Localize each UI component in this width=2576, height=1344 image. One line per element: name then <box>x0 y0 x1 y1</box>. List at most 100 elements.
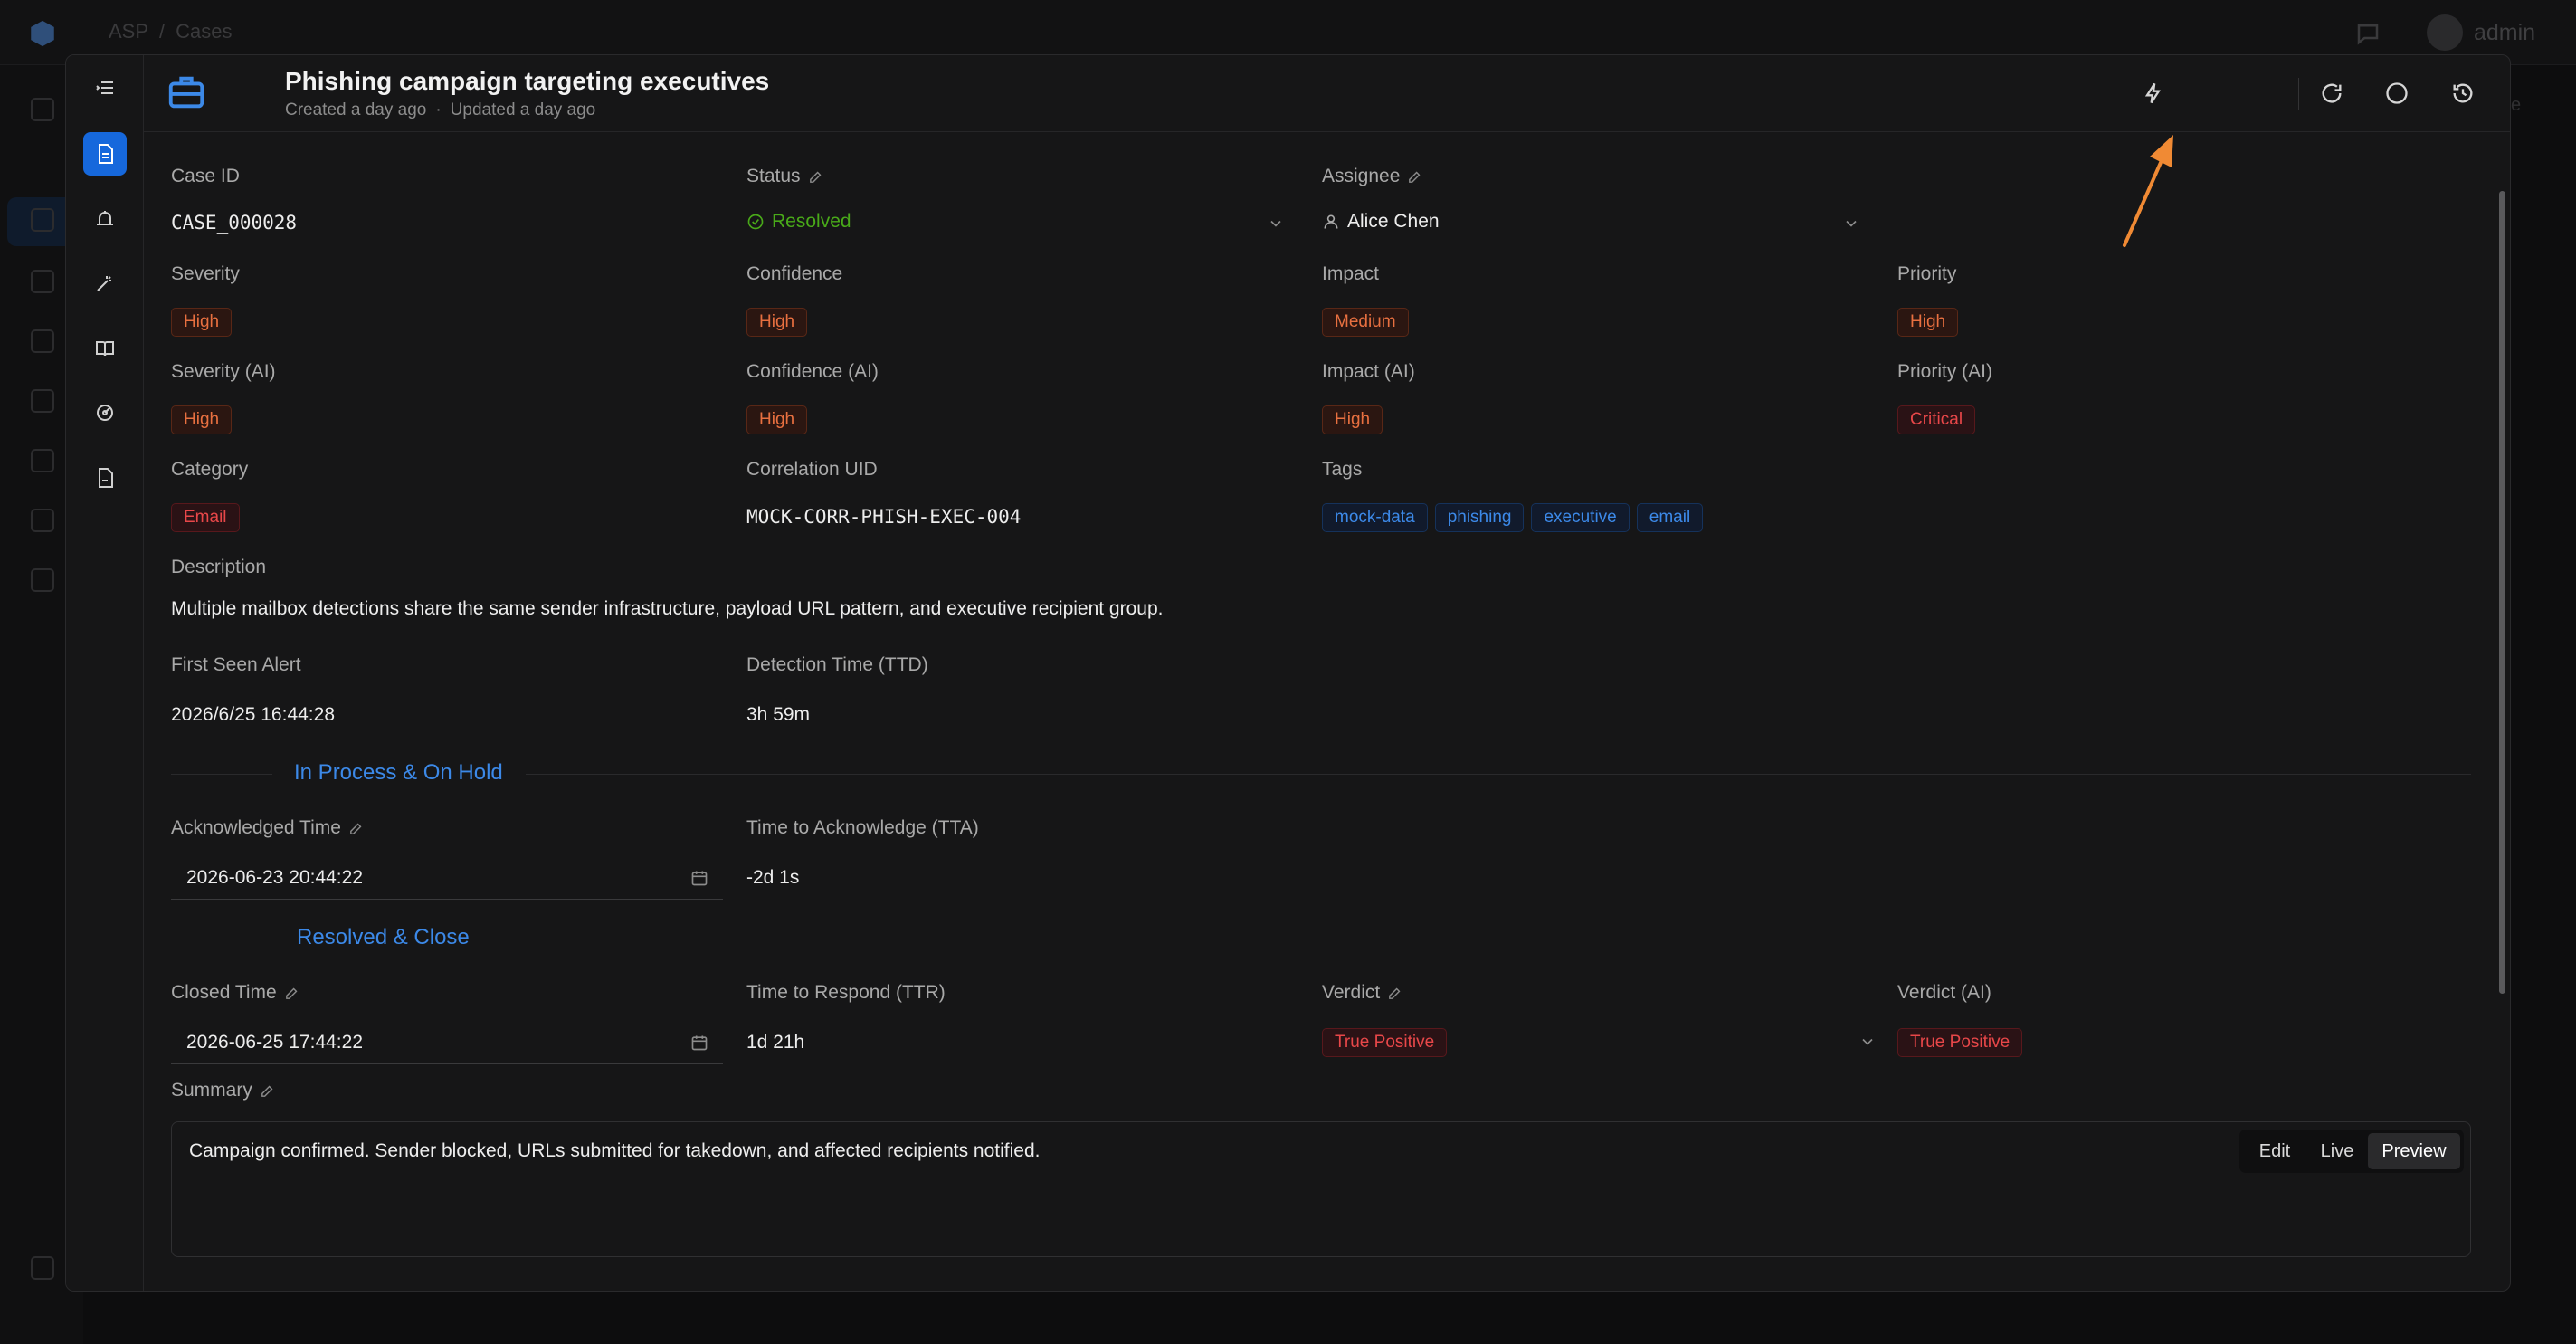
tags-list: mock-data phishing executive email <box>1322 503 1704 532</box>
chat-icon[interactable] <box>2354 20 2381 47</box>
impact-ai-tag: High <box>1322 405 1383 434</box>
first-seen-value: 2026/6/25 16:44:28 <box>171 704 336 725</box>
briefcase-icon <box>168 76 204 109</box>
verdict-select[interactable]: True Positive <box>1322 1028 1448 1057</box>
summary-editor[interactable]: Campaign confirmed. Sender blocked, URLs… <box>171 1121 2471 1257</box>
rail-playbook-button[interactable] <box>83 327 127 370</box>
closed-time-label: Closed Time <box>171 982 299 1004</box>
category-tag: Email <box>171 503 240 532</box>
meta-separator: · <box>435 100 442 119</box>
ttd-value: 3h 59m <box>746 704 811 725</box>
tags-label: Tags <box>1322 459 1363 480</box>
close-button[interactable] <box>2506 72 2510 114</box>
sidebar-dashboard-icon[interactable] <box>31 98 54 121</box>
sidebar-intel-icon[interactable] <box>31 329 54 353</box>
file-icon <box>99 468 113 488</box>
rail-menu-button[interactable] <box>83 66 127 110</box>
breadcrumb-separator: / <box>159 20 166 43</box>
assignee-select[interactable]: Alice Chen <box>1322 211 1440 233</box>
rail-details-button[interactable] <box>83 132 127 176</box>
rail-threat-button[interactable] <box>83 391 127 434</box>
edit-icon[interactable] <box>348 821 364 836</box>
sidebar-automation-icon[interactable] <box>31 389 54 413</box>
edit-icon[interactable] <box>808 169 823 185</box>
history-icon <box>2453 83 2473 103</box>
file-text-icon <box>99 144 113 164</box>
section-title: In Process & On Hold <box>294 760 503 785</box>
history-button[interactable] <box>2442 72 2484 114</box>
assignee-label: Assignee <box>1322 166 1422 187</box>
alarm-bell-icon <box>97 211 113 225</box>
severity-label: Severity <box>171 263 240 284</box>
chevron-down-icon[interactable] <box>1842 214 1860 233</box>
severity-tag: High <box>171 308 233 337</box>
edit-icon[interactable] <box>260 1083 275 1099</box>
mode-preview-button[interactable]: Preview <box>2368 1133 2460 1169</box>
user-name[interactable]: admin <box>2474 20 2535 46</box>
confidence-ai-label: Confidence (AI) <box>746 361 879 382</box>
correlation-uid-value: MOCK-CORR-PHISH-EXEC-004 <box>746 506 1022 528</box>
check-circle-icon <box>747 214 764 230</box>
sidebar-alerts-icon[interactable] <box>31 270 54 293</box>
tag-executive[interactable]: executive <box>1531 503 1630 532</box>
breadcrumb-item-asp[interactable]: ASP <box>109 20 148 43</box>
refresh-button[interactable] <box>2311 72 2353 114</box>
ttr-label: Time to Respond (TTR) <box>746 982 946 1003</box>
avatar[interactable] <box>2427 14 2463 51</box>
sidebar-cases-icon[interactable] <box>31 208 54 232</box>
tta-value: -2d 1s <box>746 867 800 888</box>
breadcrumb: ASP / Cases <box>109 20 233 43</box>
case-timestamps: Created a day ago · Updated a day ago <box>285 100 595 120</box>
confidence-tag: High <box>746 308 808 337</box>
tag-mock-data[interactable]: mock-data <box>1322 503 1428 532</box>
severity-ai-label: Severity (AI) <box>171 361 276 382</box>
category-label: Category <box>171 459 249 480</box>
confidence-ai-tag: High <box>746 405 808 434</box>
calendar-icon <box>691 871 708 886</box>
section-divider <box>171 774 272 775</box>
confidence-label: Confidence <box>746 263 843 284</box>
comments-button[interactable] <box>2376 72 2418 114</box>
edit-icon[interactable] <box>1407 169 1422 185</box>
chevron-down-icon[interactable] <box>1267 214 1285 233</box>
rail-ai-button[interactable] <box>83 262 127 305</box>
chevron-down-icon[interactable] <box>1858 1033 1877 1051</box>
assignee-value: Alice Chen <box>1347 211 1440 232</box>
acknowledged-time-picker[interactable]: 2026-06-23 20:44:22 <box>171 856 723 900</box>
mode-live-button[interactable]: Live <box>2306 1133 2368 1169</box>
content-scrollbar[interactable] <box>2499 191 2505 994</box>
sidebar-collapse-icon[interactable] <box>31 1256 54 1280</box>
edit-icon[interactable] <box>1387 986 1402 1001</box>
tag-phishing[interactable]: phishing <box>1434 503 1525 532</box>
modal-rail <box>66 55 144 1291</box>
impact-ai-label: Impact (AI) <box>1322 361 1415 382</box>
acknowledged-time-value: 2026-06-23 20:44:22 <box>186 867 363 888</box>
menu-fold-icon <box>96 81 113 94</box>
rail-alerts-button[interactable] <box>83 197 127 241</box>
updated-time: Updated a day ago <box>450 100 596 119</box>
edit-icon[interactable] <box>284 986 299 1001</box>
lightning-icon <box>2144 82 2161 104</box>
rail-report-button[interactable] <box>83 456 127 500</box>
tag-email[interactable]: email <box>1636 503 1704 532</box>
breadcrumb-item-cases[interactable]: Cases <box>176 20 232 43</box>
verdict-ai-tag: True Positive <box>1897 1028 2023 1057</box>
status-select[interactable]: Resolved <box>746 211 851 233</box>
app-logo-icon <box>31 20 54 47</box>
page-title: Phishing campaign targeting executives <box>285 67 770 95</box>
quick-action-button[interactable] <box>2133 72 2174 114</box>
closed-time-picker[interactable]: 2026-06-25 17:44:22 <box>171 1021 723 1064</box>
refresh-icon <box>2322 83 2342 103</box>
verdict-ai-label: Verdict (AI) <box>1897 982 1991 1003</box>
created-time: Created a day ago <box>285 100 427 119</box>
sidebar-settings-icon[interactable] <box>31 568 54 592</box>
radar-icon <box>97 405 113 421</box>
annotation-arrow-icon <box>2123 135 2173 247</box>
sidebar-knowledge-icon[interactable] <box>31 509 54 532</box>
calendar-icon <box>691 1035 708 1051</box>
ttd-label: Detection Time (TTD) <box>746 654 928 675</box>
ttr-value: 1d 21h <box>746 1032 805 1053</box>
first-seen-label: First Seen Alert <box>171 654 301 675</box>
mode-edit-button[interactable]: Edit <box>2243 1133 2306 1169</box>
sidebar-hunt-icon[interactable] <box>31 449 54 472</box>
